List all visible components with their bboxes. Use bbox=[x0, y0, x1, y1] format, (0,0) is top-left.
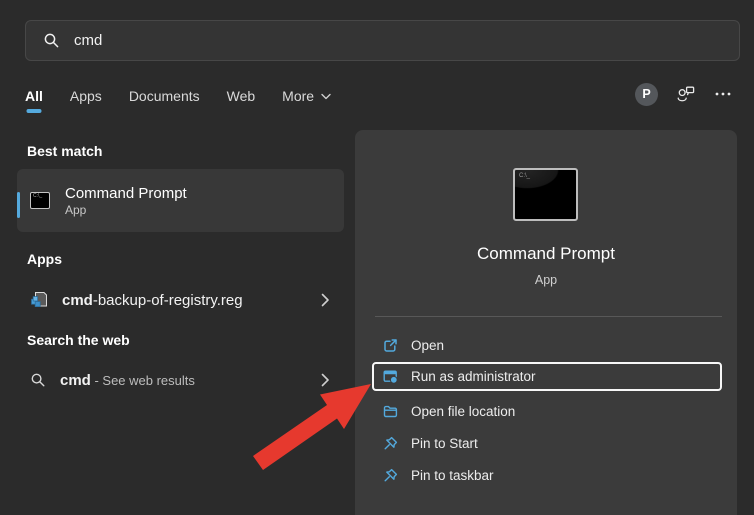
best-match-result[interactable]: C:\_ Command Prompt App bbox=[17, 169, 344, 232]
best-match-header: Best match bbox=[27, 143, 102, 159]
search-filter-tabs: All Apps Documents Web More bbox=[25, 84, 331, 108]
command-prompt-large-icon: C:\_ bbox=[513, 168, 578, 221]
apps-header: Apps bbox=[27, 251, 62, 267]
topbar-actions: P bbox=[635, 82, 732, 106]
tab-more[interactable]: More bbox=[282, 88, 331, 104]
panel-divider bbox=[375, 316, 722, 317]
action-pin-to-start[interactable]: Pin to Start bbox=[372, 428, 722, 458]
command-prompt-icon: C:\_ bbox=[30, 192, 50, 209]
action-run-as-administrator-label: Run as administrator bbox=[411, 369, 536, 384]
feedback-icon[interactable] bbox=[676, 85, 696, 104]
web-result-query: cmd bbox=[60, 372, 91, 389]
tab-all[interactable]: All bbox=[25, 88, 43, 104]
search-icon bbox=[43, 32, 60, 49]
avatar-initial: P bbox=[642, 87, 650, 101]
ellipsis-icon[interactable] bbox=[714, 91, 732, 97]
chevron-right-icon[interactable] bbox=[321, 373, 330, 387]
app-result-registry-file[interactable]: cmd-backup-of-registry.reg bbox=[17, 280, 344, 320]
tab-documents-label: Documents bbox=[129, 88, 200, 104]
chevron-down-icon bbox=[321, 93, 331, 100]
search-web-header: Search the web bbox=[27, 332, 130, 348]
tab-documents[interactable]: Documents bbox=[129, 88, 200, 104]
action-open-label: Open bbox=[411, 338, 444, 353]
pin-icon bbox=[383, 436, 398, 451]
tab-apps-label: Apps bbox=[70, 88, 102, 104]
web-result-rest: - See web results bbox=[91, 373, 195, 388]
app-result-label-bold: cmd bbox=[62, 292, 93, 309]
search-input[interactable] bbox=[74, 32, 694, 49]
web-result-label: cmd - See web results bbox=[60, 372, 195, 389]
tab-web-label: Web bbox=[227, 88, 256, 104]
folder-icon bbox=[383, 404, 398, 419]
best-match-text: Command Prompt App bbox=[65, 184, 187, 218]
web-search-result[interactable]: cmd - See web results bbox=[17, 362, 344, 398]
tab-apps[interactable]: Apps bbox=[70, 88, 102, 104]
tab-more-label: More bbox=[282, 88, 314, 104]
user-avatar[interactable]: P bbox=[635, 83, 658, 106]
panel-app-title: Command Prompt bbox=[355, 244, 737, 264]
app-result-label-rest: -backup-of-registry.reg bbox=[93, 292, 243, 309]
web-search-icon bbox=[30, 372, 46, 388]
action-pin-to-taskbar-label: Pin to taskbar bbox=[411, 468, 494, 483]
tab-all-label: All bbox=[25, 88, 43, 104]
action-run-as-administrator[interactable]: Run as administrator bbox=[372, 362, 722, 391]
action-pin-to-start-label: Pin to Start bbox=[411, 436, 478, 451]
preview-panel: C:\_ Command Prompt App Open Run as admi… bbox=[355, 130, 737, 515]
best-match-subtitle: App bbox=[65, 203, 187, 218]
search-bar[interactable] bbox=[25, 20, 740, 61]
windows-search-window: { "search": { "value": "cmd" }, "tabs": … bbox=[0, 0, 754, 515]
open-icon bbox=[383, 338, 398, 353]
run-as-administrator-icon bbox=[383, 369, 398, 384]
registry-file-icon bbox=[30, 291, 48, 309]
action-open-file-location[interactable]: Open file location bbox=[372, 396, 722, 426]
selection-accent-bar bbox=[17, 192, 20, 218]
action-pin-to-taskbar[interactable]: Pin to taskbar bbox=[372, 460, 722, 490]
action-open-file-location-label: Open file location bbox=[411, 404, 515, 419]
app-result-label: cmd-backup-of-registry.reg bbox=[62, 292, 243, 309]
chevron-right-icon[interactable] bbox=[321, 293, 330, 307]
panel-app-subtitle: App bbox=[355, 273, 737, 287]
active-tab-underline bbox=[26, 109, 41, 113]
tab-web[interactable]: Web bbox=[227, 88, 256, 104]
action-open[interactable]: Open bbox=[372, 330, 722, 360]
pin-icon bbox=[383, 468, 398, 483]
best-match-title: Command Prompt bbox=[65, 184, 187, 203]
